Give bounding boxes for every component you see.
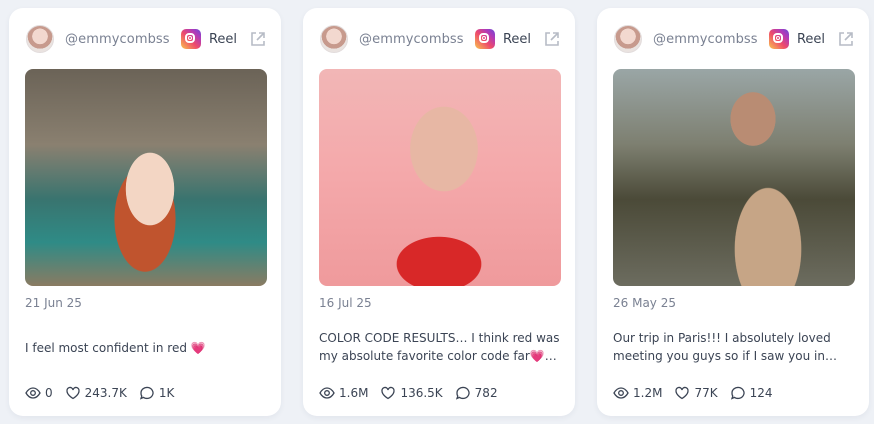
comment-icon xyxy=(139,386,154,400)
heart-icon xyxy=(381,386,396,400)
post-type-label: Reel xyxy=(208,31,237,47)
post-caption: I feel most confident in red 💗 xyxy=(25,341,206,355)
likes-stat: 136.5K xyxy=(380,385,443,401)
post-thumbnail[interactable] xyxy=(319,69,561,286)
post-date: 21 Jun 25 xyxy=(25,296,82,310)
post-type-label: Reel xyxy=(796,31,825,47)
card-header: @emmycombss Reel xyxy=(26,25,267,53)
views-count: 0 xyxy=(45,386,53,400)
username[interactable]: @emmycombss xyxy=(65,32,170,47)
instagram-icon xyxy=(180,29,201,49)
avatar[interactable] xyxy=(614,25,642,53)
likes-count: 243.7K xyxy=(84,386,127,400)
post-card[interactable]: @emmycombss Reel 16 Jul 25 COLOR CODE RE… xyxy=(303,8,575,416)
post-thumbnail[interactable] xyxy=(613,69,855,286)
avatar[interactable] xyxy=(320,25,348,53)
comments-stat: 124 xyxy=(730,385,773,401)
views-count: 1.2M xyxy=(633,386,663,400)
eye-icon xyxy=(25,387,41,399)
post-card[interactable]: @emmycombss Reel 21 Jun 25 I feel most c… xyxy=(9,8,281,416)
avatar[interactable] xyxy=(26,25,54,53)
external-link-icon[interactable] xyxy=(249,30,267,48)
post-date: 26 May 25 xyxy=(613,296,676,310)
likes-stat: 77K xyxy=(674,385,718,401)
comment-icon xyxy=(455,386,470,400)
views-count: 1.6M xyxy=(339,386,369,400)
instagram-icon xyxy=(768,29,789,49)
post-stats: 1.2M 77K 124 xyxy=(613,384,784,402)
post-caption: Our trip in Paris!!! I absolutely loved … xyxy=(613,331,831,363)
likes-count: 77K xyxy=(694,386,718,400)
post-stats: 0 243.7K 1K xyxy=(25,384,186,402)
likes-count: 136.5K xyxy=(400,386,443,400)
card-header: @emmycombss Reel xyxy=(614,25,855,53)
views-stat: 0 xyxy=(25,385,53,401)
comments-count: 782 xyxy=(474,386,498,400)
eye-icon xyxy=(613,387,629,399)
comments-count: 124 xyxy=(749,386,773,400)
views-stat: 1.6M xyxy=(319,385,368,401)
post-caption: COLOR CODE RESULTS… I think red was my a… xyxy=(319,331,560,363)
comments-count: 1K xyxy=(158,386,175,400)
post-card[interactable]: @emmycombss Reel 26 May 25 Our trip in P… xyxy=(597,8,869,416)
comments-stat: 1K xyxy=(139,385,175,401)
post-stats: 1.6M 136.5K 782 xyxy=(319,384,510,402)
heart-icon xyxy=(65,386,80,400)
post-date: 16 Jul 25 xyxy=(319,296,372,310)
card-header: @emmycombss Reel xyxy=(320,25,561,53)
likes-stat: 243.7K xyxy=(65,385,127,401)
username[interactable]: @emmycombss xyxy=(359,32,464,47)
comment-icon xyxy=(730,386,745,400)
eye-icon xyxy=(319,387,335,399)
external-link-icon[interactable] xyxy=(837,30,855,48)
username[interactable]: @emmycombss xyxy=(653,32,758,47)
heart-icon xyxy=(675,386,690,400)
external-link-icon[interactable] xyxy=(543,30,561,48)
post-thumbnail[interactable] xyxy=(25,69,267,286)
post-type-label: Reel xyxy=(502,31,531,47)
comments-stat: 782 xyxy=(455,385,498,401)
views-stat: 1.2M xyxy=(613,385,662,401)
instagram-icon xyxy=(474,29,495,49)
